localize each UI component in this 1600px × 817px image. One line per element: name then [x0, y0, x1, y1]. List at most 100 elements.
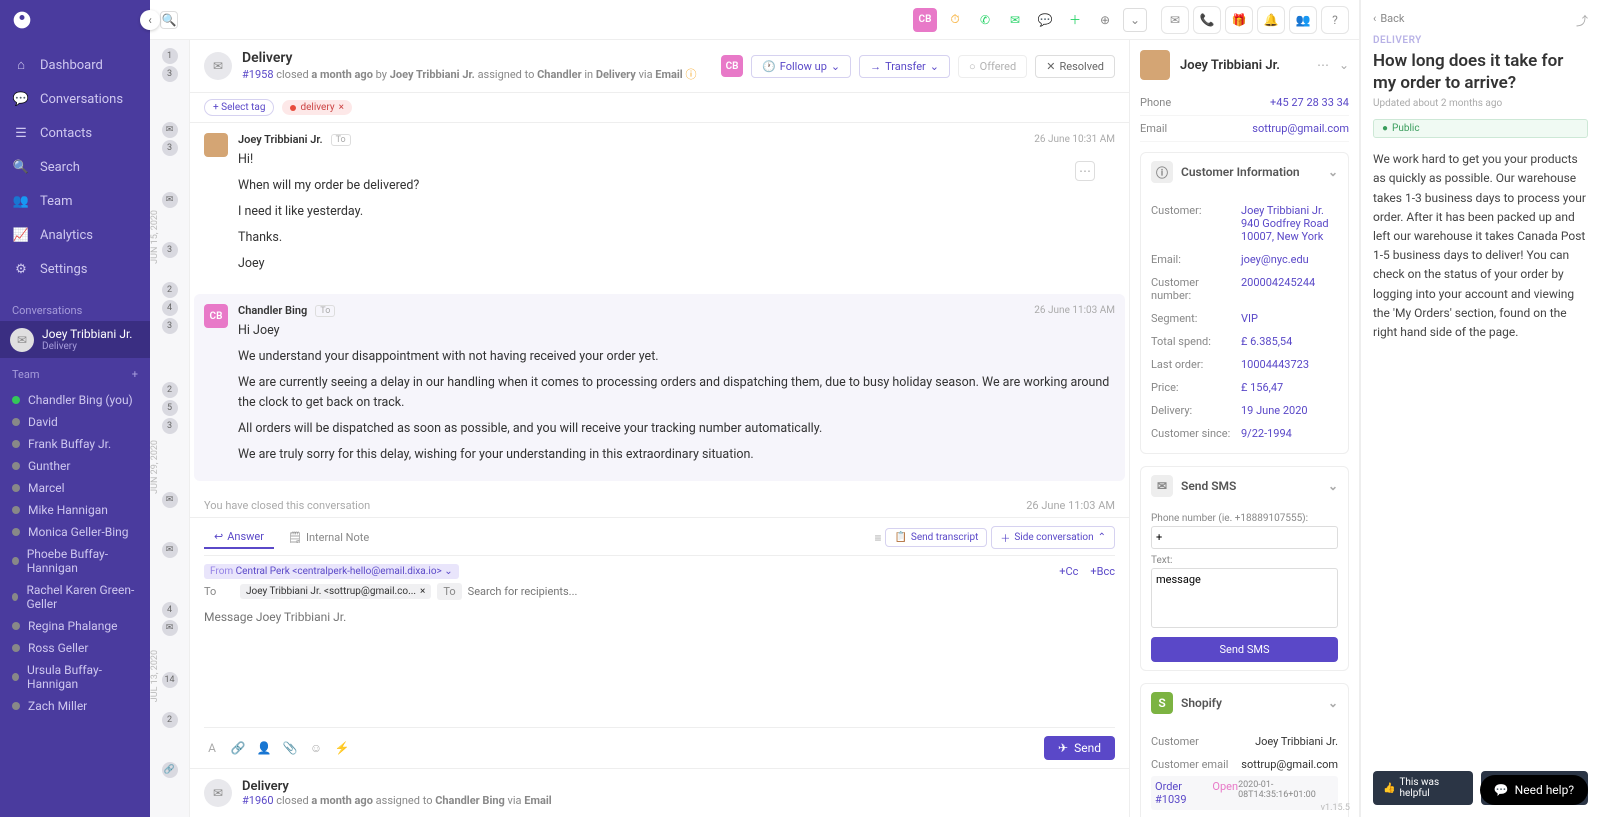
active-conversation[interactable]: ✉ Joey Tribbiani Jr. Delivery: [0, 321, 150, 358]
nav-search[interactable]: 🔍Search: [0, 150, 150, 184]
gift-button[interactable]: 🎁: [1225, 6, 1253, 34]
open-external-icon[interactable]: ⤴: [1576, 12, 1588, 29]
send-button[interactable]: ✈ Send: [1044, 736, 1115, 760]
team-member[interactable]: Monica Geller-Bing: [0, 521, 150, 543]
team-member[interactable]: Gunther: [0, 455, 150, 477]
system-event: Survey scheduled to be sent in 72 hour(s…: [204, 516, 1115, 517]
recipient-chip[interactable]: Joey Tribbiani Jr. <sottrup@gmail.co... …: [240, 584, 431, 599]
article-category: DELIVERY: [1373, 35, 1588, 46]
whatsapp-icon[interactable]: ✆: [973, 8, 997, 32]
person-icon[interactable]: 👤: [256, 740, 272, 756]
team-member[interactable]: Mike Hannigan: [0, 499, 150, 521]
messenger-icon[interactable]: 💬: [1033, 8, 1057, 32]
team-member[interactable]: David: [0, 411, 150, 433]
menu-icon[interactable]: ≡: [874, 531, 881, 545]
email-link[interactable]: sottrup@gmail.com: [1252, 122, 1349, 135]
nav-settings[interactable]: ⚙Settings: [0, 252, 150, 286]
analytics-icon: 📈: [12, 226, 30, 244]
main: 🔍 CB ⏱ ✆ ✉ 💬 ＋ ⊕ ⌄ ✉ 📞 🎁 🔔 👥 ? 13 ✉3 ✉ J…: [150, 0, 1360, 817]
status-online-icon: [12, 396, 20, 404]
need-help-widget[interactable]: 💬 Need help?: [1480, 775, 1588, 805]
team-member[interactable]: Ursula Buffay-Hannigan: [0, 659, 150, 695]
nav-conversations[interactable]: 💬Conversations: [0, 82, 150, 116]
team-member[interactable]: Ross Geller: [0, 637, 150, 659]
assignee-badge[interactable]: CB: [721, 55, 743, 77]
home-icon: ⌂: [12, 56, 30, 74]
emoji-icon[interactable]: ☺: [308, 740, 324, 756]
topbar: 🔍 CB ⏱ ✆ ✉ 💬 ＋ ⊕ ⌄ ✉ 📞 🎁 🔔 👥 ?: [150, 0, 1359, 40]
cc-button[interactable]: +Cc: [1059, 565, 1078, 578]
nav-contacts[interactable]: ☰Contacts: [0, 116, 150, 150]
chat-icon[interactable]: ＋: [1063, 8, 1087, 32]
send-sms-header[interactable]: ✉Send SMS⌄: [1141, 467, 1348, 505]
send-sms-card: ✉Send SMS⌄ Phone number (ie. +1888910755…: [1140, 466, 1349, 671]
phone-link[interactable]: +45 27 28 33 34: [1270, 96, 1349, 109]
help-panel: ‹ Back ⤴ DELIVERY How long does it take …: [1360, 0, 1600, 817]
team-member[interactable]: Regina Phalange: [0, 615, 150, 637]
tab-answer[interactable]: ↩ Answer: [204, 526, 274, 549]
team-member[interactable]: Marcel: [0, 477, 150, 499]
inbox-button[interactable]: ✉: [1161, 6, 1189, 34]
chevron-down-icon: ⌄: [1328, 696, 1338, 710]
tag-delivery[interactable]: delivery ×: [282, 100, 351, 115]
email-icon[interactable]: ✉: [1003, 8, 1027, 32]
customer-info-header[interactable]: ⓘCustomer Information⌄: [1141, 153, 1348, 191]
call-button[interactable]: 📞: [1193, 6, 1221, 34]
follow-up-button[interactable]: 🕐 Follow up ⌄: [751, 55, 851, 78]
team-member[interactable]: Frank Buffay Jr.: [0, 433, 150, 455]
attachment-icon[interactable]: 📎: [282, 740, 298, 756]
sidebar-collapse-button[interactable]: ‹: [140, 10, 160, 30]
font-icon[interactable]: A: [204, 740, 220, 756]
sidebar: ‹ ⌂Dashboard 💬Conversations ☰Contacts 🔍S…: [0, 0, 150, 817]
agent-avatar: CB: [204, 304, 228, 328]
nav-analytics[interactable]: 📈Analytics: [0, 218, 150, 252]
team-member[interactable]: Zach Miller: [0, 695, 150, 717]
next-conversation-card[interactable]: ✉ Delivery #1960 closed a month ago assi…: [190, 768, 1129, 817]
sms-phone-input[interactable]: [1151, 526, 1338, 549]
thread-subject: Delivery: [242, 50, 696, 66]
transfer-button[interactable]: → Transfer ⌄: [859, 55, 950, 78]
conv-name: Joey Tribbiani Jr.: [42, 327, 140, 341]
help-button[interactable]: ?: [1321, 6, 1349, 34]
bcc-button[interactable]: +Bcc: [1090, 565, 1115, 578]
helpful-button[interactable]: 👍 This was helpful: [1373, 771, 1473, 805]
people-button[interactable]: 👥: [1289, 6, 1317, 34]
from-chip[interactable]: From Central Perk <centralperk-hello@ema…: [204, 564, 459, 579]
more-channels-icon[interactable]: ⊕: [1093, 8, 1117, 32]
side-conversation-button[interactable]: ＋ Side conversation ⌃: [991, 526, 1115, 549]
sms-text-input[interactable]: message: [1151, 568, 1338, 628]
shopify-icon: S: [1151, 692, 1173, 714]
notifications-button[interactable]: 🔔: [1257, 6, 1285, 34]
agent-badge[interactable]: CB: [913, 8, 937, 32]
chevron-down-icon[interactable]: ⌄: [1339, 58, 1349, 72]
nav-team[interactable]: 👥Team: [0, 184, 150, 218]
chevron-down-icon[interactable]: ⌄: [1123, 8, 1147, 32]
more-icon[interactable]: ⋯: [1317, 58, 1329, 72]
add-tag-button[interactable]: + Select tag: [204, 99, 274, 116]
send-sms-button[interactable]: Send SMS: [1151, 637, 1338, 662]
remove-recipient-icon[interactable]: ×: [420, 586, 425, 597]
status-icon[interactable]: ⏱: [943, 8, 967, 32]
message-more-button[interactable]: ⋯: [1075, 161, 1095, 181]
team-member[interactable]: Phoebe Buffay-Hannigan: [0, 543, 150, 579]
shopify-header[interactable]: SShopify⌄: [1141, 684, 1348, 722]
back-button[interactable]: ‹ Back: [1373, 12, 1588, 25]
team-member[interactable]: Rachel Karen Green-Geller: [0, 579, 150, 615]
article-updated: Updated about 2 months ago: [1373, 98, 1588, 109]
tag-row: + Select tag delivery ×: [190, 93, 1129, 123]
info-icon: ⓘ: [1151, 161, 1173, 183]
add-team-icon[interactable]: +: [132, 368, 138, 381]
recipient-search-input[interactable]: [468, 585, 1115, 598]
send-transcript-button[interactable]: 📋 Send transcript: [885, 528, 987, 547]
remove-tag-icon[interactable]: ×: [339, 102, 344, 113]
link-icon[interactable]: 🔗: [230, 740, 246, 756]
bolt-icon[interactable]: ⚡: [334, 740, 350, 756]
gear-icon: ⚙: [12, 260, 30, 278]
topbar-search-button[interactable]: 🔍: [160, 11, 178, 29]
info-icon[interactable]: ⓘ: [685, 68, 696, 81]
tab-internal-note[interactable]: 🗒 Internal Note: [278, 527, 379, 548]
team-self[interactable]: Chandler Bing (you): [0, 389, 150, 411]
nav-dashboard[interactable]: ⌂Dashboard: [0, 48, 150, 82]
resolved-button[interactable]: ✕ Resolved: [1035, 55, 1115, 78]
message-input[interactable]: [204, 604, 1115, 724]
